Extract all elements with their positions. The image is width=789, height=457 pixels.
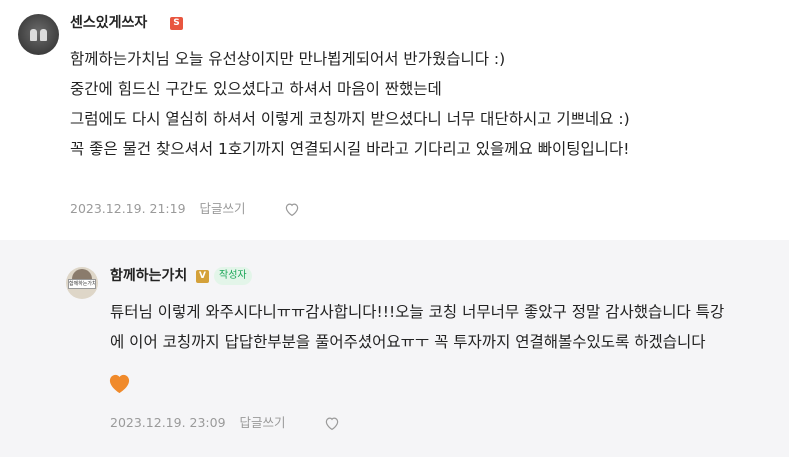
comment-item: 센스있게쓰자 S 함께하는가치님 오늘 유선상이지만 만나뵙게되어서 반가웠습니… <box>0 0 789 236</box>
reply-line: 튜터님 이렇게 와주시다니ㅠㅠ감사합니다!!!오늘 코칭 너무너무 좋았구 정말… <box>110 303 725 321</box>
author-avatar[interactable] <box>18 14 59 55</box>
seller-badge-icon: S <box>170 17 183 30</box>
comment-line: 꼭 좋은 물건 찾으셔서 1호기까지 연결되시길 바라고 기다리고 있을께요 빠… <box>70 140 630 158</box>
author-tag: 작성자 <box>214 267 252 285</box>
comment-body: 함께하는가치님 오늘 유선상이지만 만나뵙게되어서 반가웠습니다 :) 중간에 … <box>70 44 630 164</box>
comment-line: 그럼에도 다시 열심히 하셔서 이렇게 코칭까지 받으셨다니 너무 대단하시고 … <box>70 110 630 128</box>
heart-outline-icon[interactable] <box>283 200 301 218</box>
verified-badge-icon: V <box>196 270 209 283</box>
heart-outline-icon[interactable] <box>323 414 341 432</box>
reply-button[interactable]: 답글쓰기 <box>240 414 286 432</box>
reply-body: 튜터님 이렇게 와주시다니ㅠㅠ감사합니다!!!오늘 코칭 너무너무 좋았구 정말… <box>110 297 724 357</box>
comment-line: 함께하는가치님 오늘 유선상이지만 만나뵙게되어서 반가웠습니다 :) <box>70 50 506 68</box>
reply-button[interactable]: 답글쓰기 <box>200 200 246 218</box>
comment-meta: 2023.12.19. 21:19 답글쓰기 <box>70 200 246 218</box>
reply-author-avatar[interactable]: 함께하는가치 <box>66 267 98 299</box>
comment-date: 2023.12.19. 21:19 <box>70 201 186 216</box>
reply-line: 에 이어 코칭까지 답답한부분을 풀어주셨어요ㅠㅜ 꼭 투자까지 연결해볼수있도… <box>110 333 706 351</box>
reply-author-name[interactable]: 함께하는가치 <box>110 267 187 285</box>
reply-item: 함께하는가치 함께하는가치 V 작성자 튜터님 이렇게 와주시다니ㅠㅠ감사합니다… <box>0 240 789 457</box>
reply-date: 2023.12.19. 23:09 <box>110 415 226 430</box>
orange-heart-emoji <box>109 374 130 394</box>
comment-line: 중간에 힘드신 구간도 있으셨다고 하셔서 마음이 짠했는데 <box>70 80 442 98</box>
reply-meta: 2023.12.19. 23:09 답글쓰기 <box>110 414 286 432</box>
comment-author-name[interactable]: 센스있게쓰자 <box>70 14 147 32</box>
avatar-label: 함께하는가치 <box>68 279 96 289</box>
